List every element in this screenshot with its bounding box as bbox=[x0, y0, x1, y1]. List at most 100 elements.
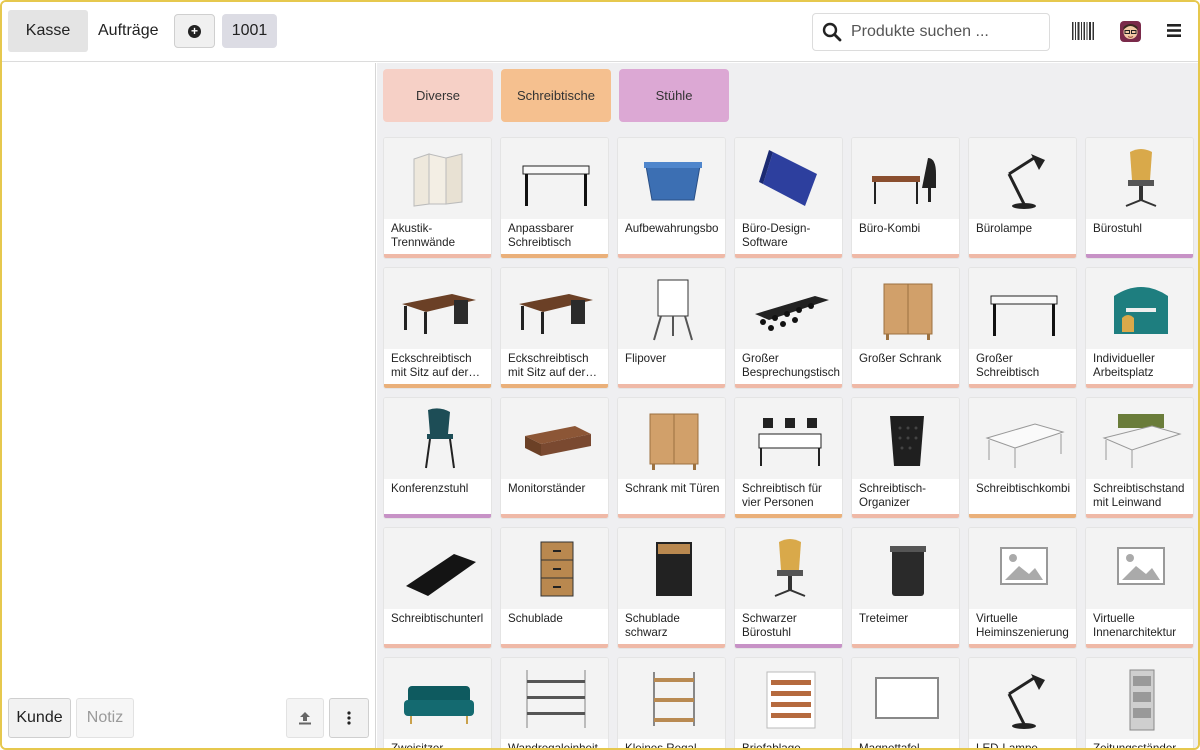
order-tab[interactable]: 1001 bbox=[222, 14, 277, 48]
desk-combo-icon bbox=[969, 398, 1076, 479]
product-name: Monitorständer bbox=[508, 482, 586, 495]
product-card[interactable]: Großer Schrank bbox=[851, 267, 960, 389]
category-stripe bbox=[735, 644, 842, 648]
search-input[interactable] bbox=[851, 23, 1041, 41]
search-box[interactable] bbox=[812, 13, 1050, 51]
corner-desk-icon bbox=[501, 268, 608, 349]
user-avatar[interactable] bbox=[1120, 21, 1141, 42]
product-card[interactable]: Schrank mit Türen bbox=[617, 397, 726, 519]
product-card[interactable]: Eckschreibtisch mit Sitz auf der… bbox=[500, 267, 609, 389]
cabinet-icon bbox=[852, 268, 959, 349]
office-chair-icon bbox=[735, 528, 842, 609]
product-name: Magnettafel bbox=[859, 742, 920, 750]
new-order-button[interactable]: + bbox=[174, 14, 215, 48]
sofa-icon bbox=[384, 658, 491, 739]
product-card[interactable]: Schreibtischunterl bbox=[383, 527, 492, 649]
product-card[interactable]: Aufbewahrungsbo bbox=[617, 137, 726, 259]
hamburger-menu-icon[interactable] bbox=[1167, 24, 1181, 37]
image-placeholder-icon bbox=[969, 528, 1076, 609]
quad-desk-icon bbox=[735, 398, 842, 479]
upload-button[interactable] bbox=[286, 698, 324, 738]
product-card[interactable]: Akustik-Trennwände bbox=[383, 137, 492, 259]
product-card[interactable]: Zweisitzer bbox=[383, 657, 492, 748]
product-card[interactable]: Konferenzstuhl bbox=[383, 397, 492, 519]
product-name: Bürostuhl bbox=[1093, 222, 1142, 235]
product-card[interactable]: Virtuelle Heiminszenierung bbox=[968, 527, 1077, 649]
lamp-icon bbox=[969, 658, 1076, 739]
pod-icon bbox=[1086, 268, 1193, 349]
product-card[interactable]: Büro-Design-Software bbox=[734, 137, 843, 259]
product-name: Wandregaleinheit bbox=[508, 742, 598, 750]
product-name: Virtuelle Heiminszenierung bbox=[976, 612, 1069, 639]
product-card[interactable]: Schreibtischstand mit Leinwand bbox=[1085, 397, 1194, 519]
desk-screen-icon bbox=[1086, 398, 1193, 479]
product-card[interactable]: Kleines Regal bbox=[617, 657, 726, 750]
whiteboard-icon bbox=[852, 658, 959, 739]
product-card[interactable]: Virtuelle Innenarchitektur bbox=[1085, 527, 1194, 649]
product-card[interactable]: Treteimer bbox=[851, 527, 960, 649]
product-card[interactable]: Bürolampe bbox=[968, 137, 1077, 259]
shelf-icon bbox=[501, 658, 608, 739]
product-name: Schwarzer Bürostuhl bbox=[742, 612, 797, 639]
category-stripe bbox=[735, 514, 842, 518]
product-card[interactable]: Anpassbarer Schreibtisch bbox=[500, 137, 609, 259]
product-card[interactable]: Monitorständer bbox=[500, 397, 609, 519]
category-stripe bbox=[384, 254, 491, 258]
product-card[interactable]: Großer Schreibtisch bbox=[968, 267, 1077, 389]
product-name: Schreibtischunterl bbox=[391, 612, 484, 625]
product-name: Schreibtischkombi bbox=[976, 482, 1071, 495]
product-name: Flipover bbox=[625, 352, 667, 365]
product-card[interactable]: Individueller Arbeitsplatz bbox=[1085, 267, 1194, 389]
product-card[interactable]: Schreibtisch für vier Personen bbox=[734, 397, 843, 519]
desk-chair-icon bbox=[852, 138, 959, 219]
category-stripe bbox=[384, 514, 491, 518]
product-card[interactable]: Schublade schwarz bbox=[617, 527, 726, 649]
category-button[interactable]: Diverse bbox=[383, 69, 493, 122]
register-button[interactable]: Kasse bbox=[8, 10, 88, 52]
category-button[interactable]: Schreibtische bbox=[501, 69, 611, 122]
category-stripe bbox=[852, 254, 959, 258]
product-name: Akustik-Trennwände bbox=[391, 222, 456, 249]
product-name: Individueller Arbeitsplatz bbox=[1093, 352, 1155, 379]
product-card[interactable]: Eckschreibtisch mit Sitz auf der… bbox=[383, 267, 492, 389]
bin-icon bbox=[852, 528, 959, 609]
product-card[interactable]: Büro-Kombi bbox=[851, 137, 960, 259]
category-stripe bbox=[618, 514, 725, 518]
category-stripe bbox=[618, 644, 725, 648]
product-card[interactable]: Flipover bbox=[617, 267, 726, 389]
barcode-icon[interactable] bbox=[1072, 22, 1094, 40]
product-card[interactable]: Schreibtisch-Organizer bbox=[851, 397, 960, 519]
product-card[interactable]: Schreibtischkombi bbox=[968, 397, 1077, 519]
orders-link[interactable]: Aufträge bbox=[98, 10, 158, 52]
product-name: Zeitungsständer bbox=[1093, 742, 1177, 750]
office-chair-icon bbox=[1086, 138, 1193, 219]
product-name: Büro-Kombi bbox=[859, 222, 921, 235]
letter-tray-icon bbox=[735, 658, 842, 739]
category-button[interactable]: Stühle bbox=[619, 69, 729, 122]
category-stripe bbox=[852, 384, 959, 388]
product-card[interactable]: Magnettafel bbox=[851, 657, 960, 750]
product-card[interactable]: Briefablage bbox=[734, 657, 843, 750]
product-card[interactable]: Großer Besprechungstisch bbox=[734, 267, 843, 389]
product-name: Briefablage bbox=[742, 742, 801, 750]
search-icon bbox=[813, 22, 851, 42]
product-card[interactable]: Schublade bbox=[500, 527, 609, 649]
product-card[interactable]: Zeitungsständer bbox=[1085, 657, 1194, 750]
more-actions-button[interactable] bbox=[329, 698, 369, 738]
product-card[interactable]: Schwarzer Bürostuhl bbox=[734, 527, 843, 649]
product-card[interactable]: Bürostuhl bbox=[1085, 137, 1194, 259]
product-name: Treteimer bbox=[859, 612, 909, 625]
product-card[interactable]: Wandregaleinheit bbox=[500, 657, 609, 750]
category-stripe bbox=[735, 384, 842, 388]
product-name: Kleines Regal bbox=[625, 742, 697, 750]
product-card[interactable]: LED-Lampe bbox=[968, 657, 1077, 748]
customer-button[interactable]: Kunde bbox=[8, 698, 71, 738]
product-name: Großer Schrank bbox=[859, 352, 942, 365]
category-stripe bbox=[1086, 254, 1193, 258]
product-name: Großer Schreibtisch bbox=[976, 352, 1040, 379]
category-stripe bbox=[384, 644, 491, 648]
category-stripe bbox=[1086, 384, 1193, 388]
category-stripe bbox=[501, 384, 608, 388]
note-button[interactable]: Notiz bbox=[76, 698, 134, 738]
category-stripe bbox=[969, 254, 1076, 258]
